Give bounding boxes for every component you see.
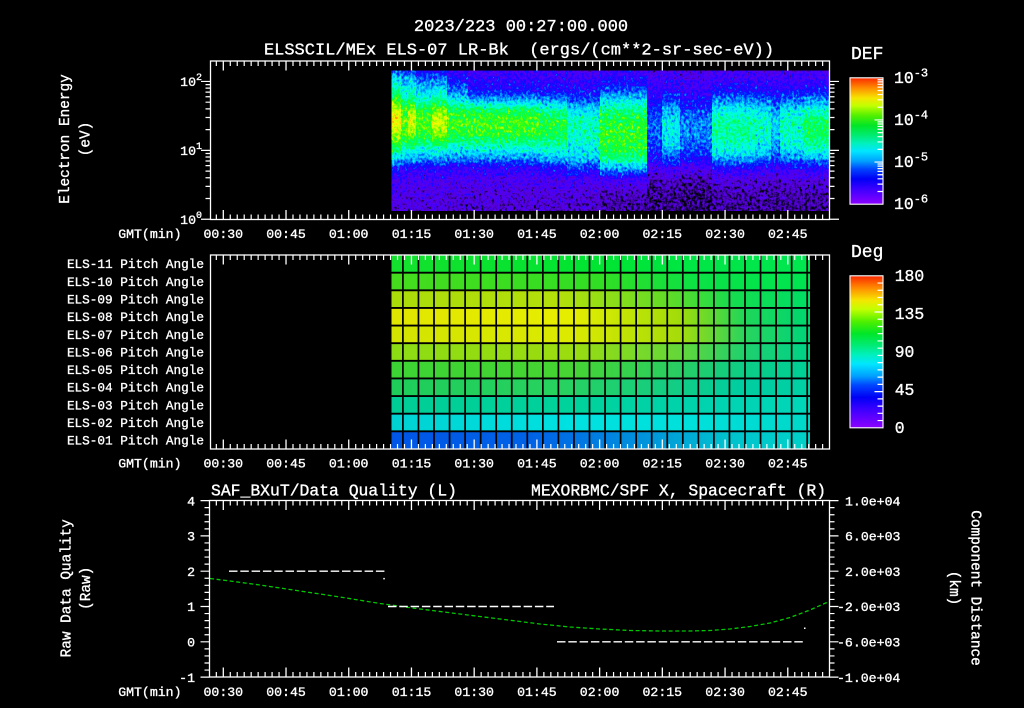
svg-text:00:30: 00:30	[204, 685, 244, 700]
svg-text:GMT(min): GMT(min)	[118, 685, 181, 700]
svg-text:DEF: DEF	[851, 45, 883, 65]
svg-text:02:15: 02:15	[643, 227, 683, 242]
svg-text:02:45: 02:45	[768, 685, 808, 700]
svg-text:Raw Data Quality: Raw Data Quality	[59, 519, 75, 658]
svg-text:6.0e+03: 6.0e+03	[845, 530, 900, 545]
svg-text:ELS-07 Pitch Angle: ELS-07 Pitch Angle	[67, 328, 204, 343]
svg-text:2: 2	[187, 565, 195, 580]
svg-text:-2.0e+03: -2.0e+03	[837, 600, 900, 615]
svg-text:00:45: 00:45	[266, 457, 306, 472]
svg-text:01:15: 01:15	[392, 685, 432, 700]
svg-text:1: 1	[187, 600, 195, 615]
svg-text:ELS-01 Pitch Angle: ELS-01 Pitch Angle	[67, 434, 204, 449]
svg-text:01:00: 01:00	[329, 685, 369, 700]
svg-text:02:30: 02:30	[705, 457, 745, 472]
svg-text:02:30: 02:30	[705, 227, 745, 242]
svg-text:00:45: 00:45	[266, 685, 306, 700]
svg-text:(eV): (eV)	[79, 122, 95, 157]
svg-text:02:15: 02:15	[643, 457, 683, 472]
svg-text:Electron Energy: Electron Energy	[58, 74, 74, 204]
svg-text:01:30: 01:30	[454, 457, 494, 472]
svg-text:(km): (km)	[945, 571, 961, 606]
svg-text:ELS-05 Pitch Angle: ELS-05 Pitch Angle	[67, 363, 204, 378]
svg-text:-1.0e+04: -1.0e+04	[837, 671, 900, 686]
svg-text:4: 4	[187, 494, 195, 509]
svg-text:ELS-03 Pitch Angle: ELS-03 Pitch Angle	[67, 398, 204, 413]
svg-text:2.0e+03: 2.0e+03	[845, 565, 900, 580]
svg-text:GMT(min): GMT(min)	[118, 227, 181, 242]
svg-text:SAF_BXuT/Data Quality (L): SAF_BXuT/Data Quality (L)	[211, 482, 457, 501]
svg-text:ELS-02 Pitch Angle: ELS-02 Pitch Angle	[67, 416, 204, 431]
svg-text:01:30: 01:30	[454, 685, 494, 700]
svg-text:01:45: 01:45	[517, 685, 557, 700]
svg-text:ELS-04 Pitch Angle: ELS-04 Pitch Angle	[67, 381, 204, 396]
svg-text:ELS-11 Pitch Angle: ELS-11 Pitch Angle	[67, 257, 204, 272]
svg-text:GMT(min): GMT(min)	[118, 457, 181, 472]
svg-text:01:00: 01:00	[329, 457, 369, 472]
svg-text:Component Distance: Component Distance	[967, 510, 983, 665]
svg-text:02:30: 02:30	[705, 685, 745, 700]
svg-text:0: 0	[187, 636, 195, 651]
svg-text:ELS-06 Pitch Angle: ELS-06 Pitch Angle	[67, 345, 204, 360]
svg-text:45: 45	[895, 381, 915, 400]
svg-text:1.0e+04: 1.0e+04	[845, 494, 900, 509]
svg-text:ELS-09 Pitch Angle: ELS-09 Pitch Angle	[67, 293, 204, 308]
svg-text:01:45: 01:45	[517, 227, 557, 242]
svg-text:02:45: 02:45	[768, 227, 808, 242]
svg-text:Deg: Deg	[851, 243, 883, 263]
svg-text:01:15: 01:15	[392, 227, 432, 242]
svg-text:2023/223 00:27:00.000: 2023/223 00:27:00.000	[414, 18, 628, 37]
svg-text:02:15: 02:15	[643, 685, 683, 700]
svg-text:00:30: 00:30	[204, 227, 244, 242]
svg-text:135: 135	[895, 305, 925, 324]
svg-text:ELS-10 Pitch Angle: ELS-10 Pitch Angle	[67, 275, 204, 290]
svg-text:00:30: 00:30	[204, 457, 244, 472]
svg-text:ELSSCIL/MEx ELS-07 LR-Bk (erg: ELSSCIL/MEx ELS-07 LR-Bk (ergs/(cm**2-sr…	[264, 42, 774, 61]
svg-text:ELS-08 Pitch Angle: ELS-08 Pitch Angle	[67, 310, 204, 325]
svg-text:00:45: 00:45	[266, 227, 306, 242]
svg-text:01:15: 01:15	[392, 457, 432, 472]
svg-text:-1: -1	[179, 671, 195, 686]
svg-text:02:45: 02:45	[768, 457, 808, 472]
svg-text:01:30: 01:30	[454, 227, 494, 242]
svg-text:01:00: 01:00	[329, 227, 369, 242]
svg-text:02:00: 02:00	[580, 457, 620, 472]
svg-text:02:00: 02:00	[580, 227, 620, 242]
svg-text:90: 90	[895, 343, 915, 362]
svg-text:0: 0	[895, 419, 905, 438]
svg-text:(Raw): (Raw)	[79, 567, 95, 610]
svg-text:02:00: 02:00	[580, 685, 620, 700]
svg-text:3: 3	[187, 530, 195, 545]
svg-text:-6.0e+03: -6.0e+03	[837, 636, 900, 651]
svg-text:01:45: 01:45	[517, 457, 557, 472]
svg-text:180: 180	[895, 267, 925, 286]
svg-text:MEXORBMC/SPF X, Spacecraft (R): MEXORBMC/SPF X, Spacecraft (R)	[531, 482, 826, 501]
